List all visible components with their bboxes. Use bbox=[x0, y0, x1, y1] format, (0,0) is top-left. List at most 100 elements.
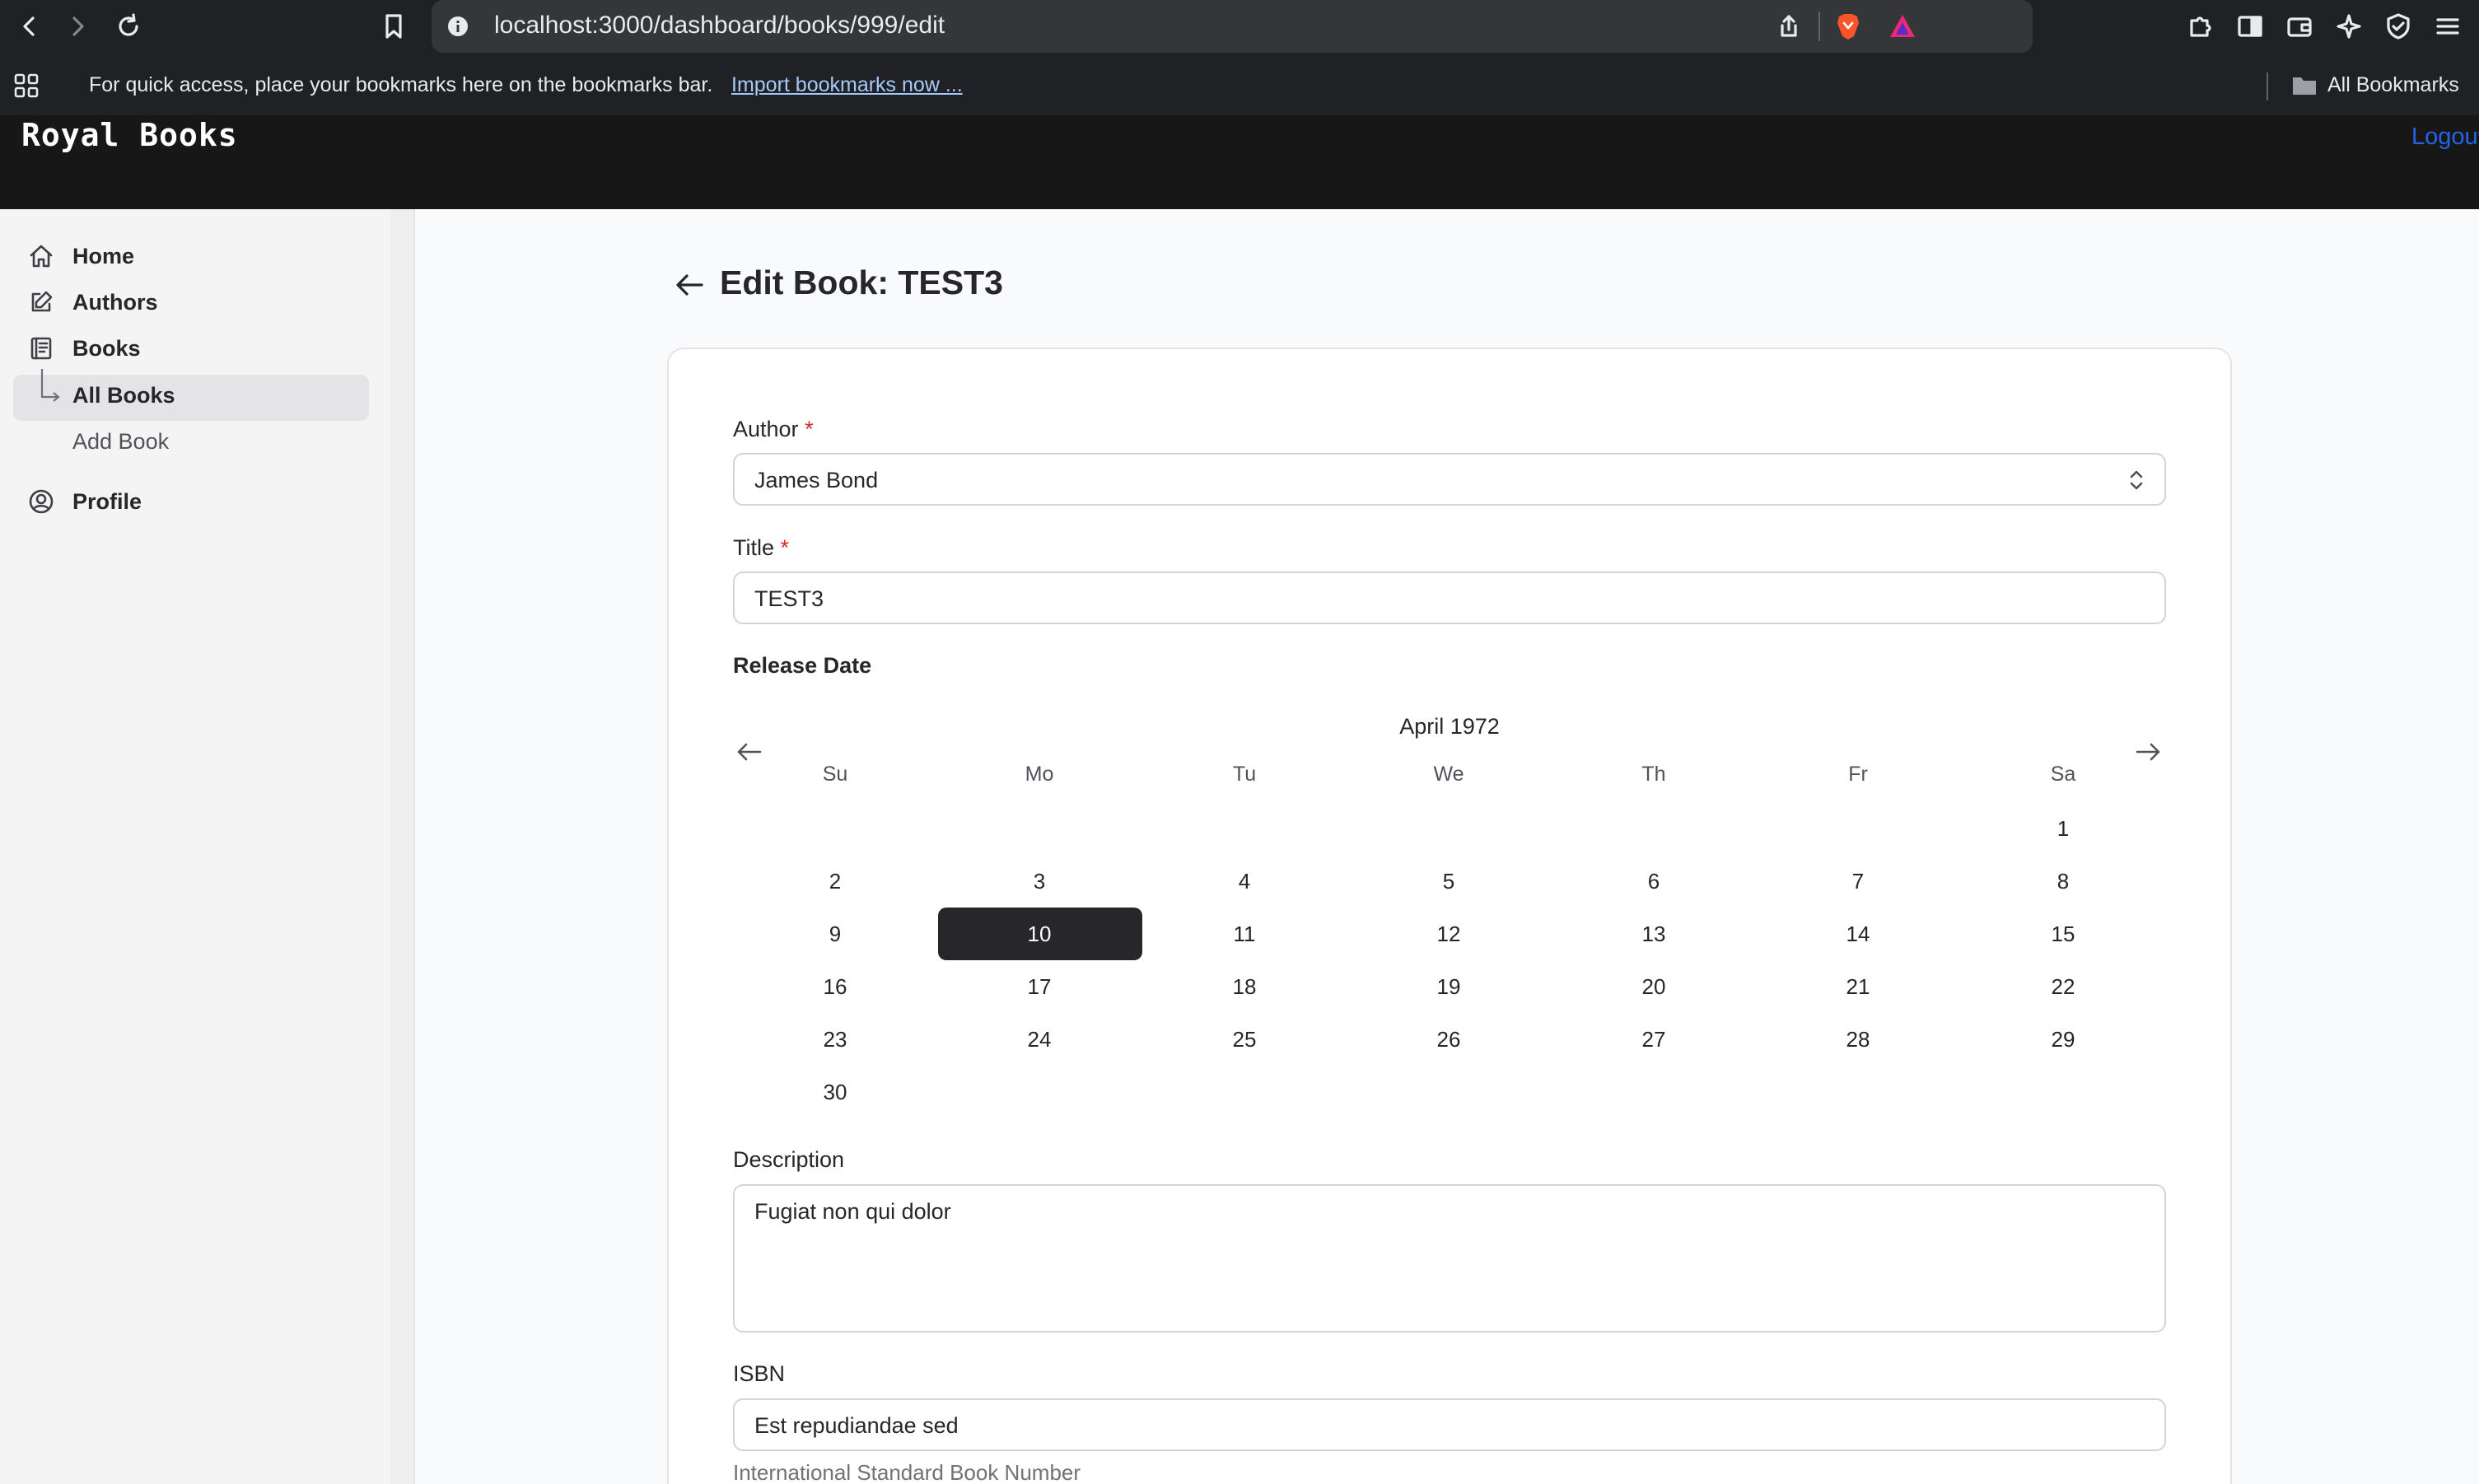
release-date-label: Release Date bbox=[733, 653, 872, 678]
all-bookmarks-button[interactable]: All Bookmarks bbox=[2327, 73, 2459, 97]
sidebar-item-books-label: Books bbox=[72, 335, 141, 361]
calendar-day[interactable]: 30 bbox=[786, 1080, 885, 1105]
calendar-day[interactable]: 18 bbox=[1195, 974, 1294, 1000]
apps-grid-icon[interactable] bbox=[10, 69, 43, 102]
browser-toolbar: localhost:3000/dashboard/books/999/edit bbox=[0, 0, 2479, 54]
calendar-prev-month-icon[interactable] bbox=[735, 739, 764, 769]
user-circle-icon bbox=[28, 488, 58, 515]
isbn-helper-text: International Standard Book Number bbox=[733, 1460, 1081, 1484]
calendar-day[interactable]: 5 bbox=[1399, 869, 1498, 894]
calendar-day[interactable]: 9 bbox=[786, 922, 885, 947]
vpn-shield-icon[interactable] bbox=[2382, 10, 2415, 43]
calendar-day[interactable]: 3 bbox=[990, 869, 1089, 894]
calendar-day[interactable]: 22 bbox=[2014, 974, 2113, 1000]
sidebar-item-home-label: Home bbox=[72, 243, 135, 268]
sidebar-item-books[interactable]: Books bbox=[28, 335, 141, 362]
description-textarea[interactable]: Fugiat non qui dolor bbox=[733, 1184, 2166, 1332]
calendar-day[interactable]: 1 bbox=[2014, 816, 2113, 842]
sidebar-item-add-book-label: Add Book bbox=[72, 429, 170, 454]
author-select-value: James Bond bbox=[754, 468, 879, 492]
browser-forward-icon[interactable] bbox=[63, 12, 92, 41]
calendar-day[interactable]: 29 bbox=[2014, 1027, 2113, 1052]
calendar-day[interactable]: 25 bbox=[1195, 1027, 1294, 1052]
calendar-day[interactable]: 6 bbox=[1604, 869, 1703, 894]
import-bookmarks-link[interactable]: Import bookmarks now ... bbox=[731, 73, 963, 97]
description-textarea-value: Fugiat non qui dolor bbox=[754, 1199, 951, 1224]
sidebar-item-add-book[interactable]: Add Book bbox=[72, 429, 169, 455]
calendar-day[interactable]: 26 bbox=[1399, 1027, 1498, 1052]
author-label: Author * bbox=[733, 417, 814, 442]
calendar-day[interactable]: 2 bbox=[786, 869, 885, 894]
isbn-input-value: Est repudiandae sed bbox=[754, 1413, 959, 1438]
sidebar-item-all-books[interactable]: All Books bbox=[72, 383, 175, 408]
calendar-day[interactable]: 19 bbox=[1399, 974, 1498, 1000]
calendar-day[interactable]: 21 bbox=[1809, 974, 1907, 1000]
calendar-day[interactable]: 11 bbox=[1195, 922, 1294, 947]
folder-icon bbox=[2290, 71, 2319, 100]
calendar-weekday-fr: Fr bbox=[1848, 763, 1868, 786]
calendar-day[interactable]: 4 bbox=[1195, 869, 1294, 894]
calendar-month-title: April 1972 bbox=[1399, 714, 1500, 739]
author-label-text: Author bbox=[733, 417, 799, 441]
calendar-day[interactable]: 7 bbox=[1809, 869, 1907, 894]
title-input[interactable]: TEST3 bbox=[733, 572, 2166, 624]
brave-rewards-icon[interactable] bbox=[1886, 10, 1919, 43]
calendar-weekday-sa: Sa bbox=[2050, 763, 2076, 786]
menu-icon[interactable] bbox=[2431, 10, 2464, 43]
calendar-day-selected[interactable]: 10 bbox=[990, 922, 1089, 947]
book-icon bbox=[28, 335, 58, 362]
pencil-square-icon bbox=[28, 289, 58, 315]
share-icon[interactable] bbox=[1774, 12, 1804, 41]
logout-link[interactable]: Logout bbox=[2411, 124, 2479, 151]
calendar-day[interactable]: 8 bbox=[2014, 869, 2113, 894]
calendar-day[interactable]: 28 bbox=[1809, 1027, 1907, 1052]
brave-shield-icon[interactable] bbox=[1832, 10, 1865, 43]
sidebar-item-profile[interactable]: Profile bbox=[28, 488, 142, 515]
calendar-weekday-su: Su bbox=[822, 763, 848, 786]
sidebar-item-all-books-label: All Books bbox=[72, 383, 175, 408]
calendar-weekday-tu: Tu bbox=[1232, 763, 1257, 786]
bookmarks-message: For quick access, place your bookmarks h… bbox=[89, 73, 713, 96]
arrow-left-icon[interactable] bbox=[674, 270, 707, 304]
url-text: localhost:3000/dashboard/books/999/edit bbox=[494, 12, 945, 39]
calendar-day[interactable]: 14 bbox=[1809, 922, 1907, 947]
subnav-connector-icon bbox=[40, 369, 63, 409]
brand-logo[interactable]: Royal Books bbox=[21, 117, 238, 153]
calendar-day[interactable]: 23 bbox=[786, 1027, 885, 1052]
calendar-day[interactable]: 27 bbox=[1604, 1027, 1703, 1052]
sidebar-edge bbox=[390, 209, 415, 1484]
address-bar[interactable]: localhost:3000/dashboard/books/999/edit bbox=[432, 0, 2033, 53]
calendar-day[interactable]: 20 bbox=[1604, 974, 1703, 1000]
calendar-day[interactable]: 17 bbox=[990, 974, 1089, 1000]
calendar-day[interactable]: 16 bbox=[786, 974, 885, 1000]
extensions-icon[interactable] bbox=[2184, 10, 2217, 43]
calendar-weekday-th: Th bbox=[1641, 763, 1666, 786]
author-select[interactable]: James Bond bbox=[733, 453, 2166, 506]
calendar-weekday-we: We bbox=[1433, 763, 1464, 786]
site-info-icon[interactable] bbox=[443, 12, 473, 41]
sidebar-toggle-icon[interactable] bbox=[2234, 10, 2267, 43]
browser-back-icon[interactable] bbox=[15, 12, 44, 41]
calendar-day[interactable]: 13 bbox=[1604, 922, 1703, 947]
sidebar-item-profile-label: Profile bbox=[72, 488, 142, 514]
isbn-input[interactable]: Est repudiandae sed bbox=[733, 1398, 2166, 1451]
browser-reload-icon[interactable] bbox=[112, 10, 145, 43]
leo-ai-icon[interactable] bbox=[2332, 10, 2365, 43]
title-input-value: TEST3 bbox=[754, 586, 824, 611]
calendar-day[interactable]: 12 bbox=[1399, 922, 1498, 947]
sidebar-item-all-books-highlight bbox=[13, 375, 369, 421]
sidebar-item-authors-label: Authors bbox=[72, 289, 158, 315]
calendar-next-month-icon[interactable] bbox=[2133, 739, 2163, 769]
app-header bbox=[0, 115, 2479, 209]
wallet-icon[interactable] bbox=[2283, 10, 2316, 43]
calendar-weekday-mo: Mo bbox=[1025, 763, 1054, 786]
isbn-label: ISBN bbox=[733, 1361, 786, 1386]
sidebar-item-authors[interactable]: Authors bbox=[28, 289, 158, 315]
calendar-day[interactable]: 24 bbox=[990, 1027, 1089, 1052]
page-title: Edit Book: TEST3 bbox=[720, 264, 1003, 301]
calendar-day[interactable]: 15 bbox=[2014, 922, 2113, 947]
sidebar-item-home[interactable]: Home bbox=[28, 243, 134, 269]
title-required-mark: * bbox=[780, 535, 790, 560]
bookmark-icon[interactable] bbox=[379, 10, 408, 43]
title-label: Title * bbox=[733, 535, 789, 561]
